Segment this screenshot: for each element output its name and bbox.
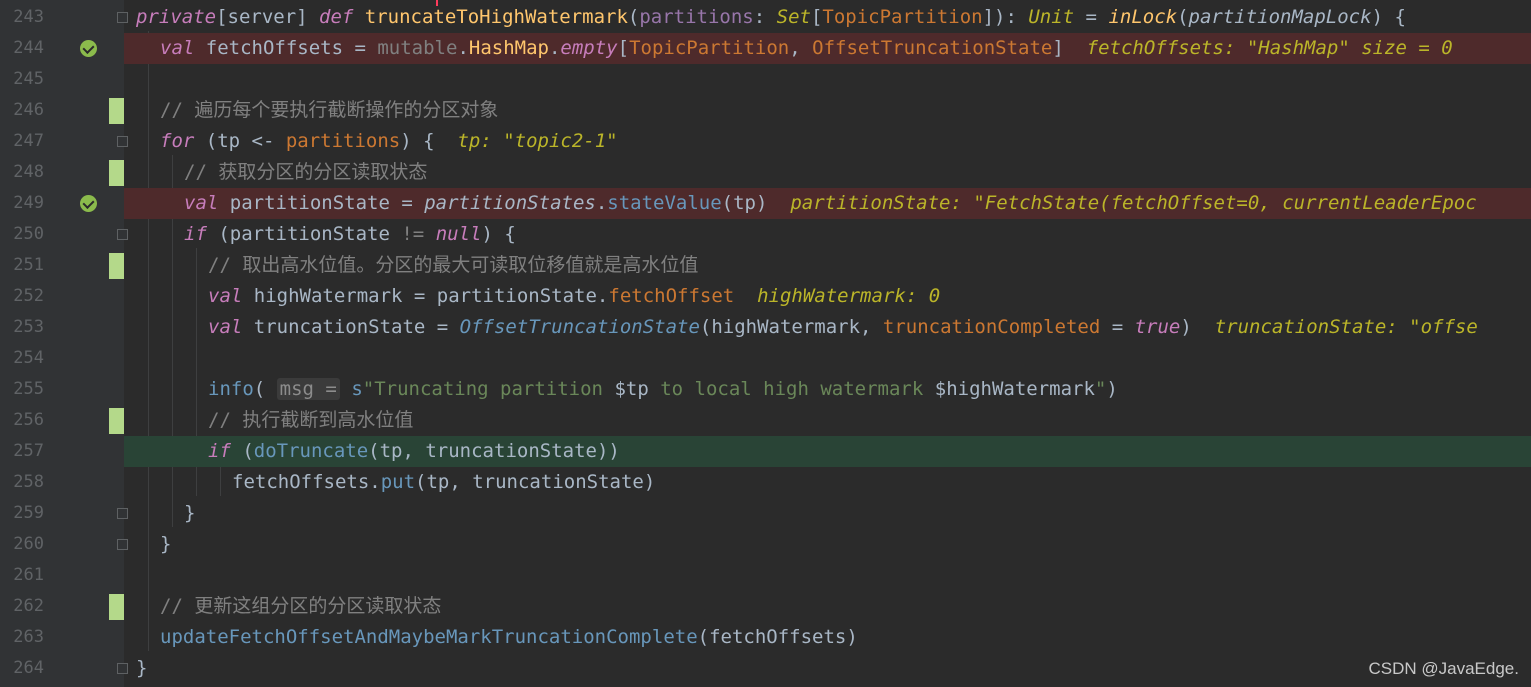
- code-line[interactable]: 245: [0, 64, 1531, 95]
- code-text: val truncationState = OffsetTruncationSt…: [208, 316, 1478, 338]
- code-line[interactable]: 250 if (partitionState != null) {: [0, 219, 1531, 250]
- code-text: }: [136, 657, 148, 679]
- line-number: 262: [13, 596, 44, 616]
- line-number: 254: [13, 348, 44, 368]
- line-number: 261: [13, 565, 44, 585]
- code-text: if (doTruncate(tp, truncationState)): [208, 440, 620, 462]
- code-text: private[server] def truncateToHighWaterm…: [136, 6, 1406, 28]
- code-text: updateFetchOffsetAndMaybeMarkTruncationC…: [160, 626, 858, 648]
- line-number: 245: [13, 69, 44, 89]
- line-number: 244: [13, 38, 44, 58]
- code-line[interactable]: 251 // 取出高水位值。分区的最大可读取位移值就是高水位值: [0, 250, 1531, 281]
- code-text: val fetchOffsets = mutable.HashMap.empty…: [160, 37, 1453, 59]
- debug-inline-value: truncationState: "offse: [1214, 316, 1478, 338]
- fold-end-marker-icon[interactable]: [117, 508, 128, 519]
- line-number: 256: [13, 410, 44, 430]
- fold-marker-icon[interactable]: [117, 229, 128, 240]
- line-number: 243: [13, 7, 44, 27]
- execution-line[interactable]: 257 if (doTruncate(tp, truncationState)): [0, 436, 1531, 467]
- code-editor[interactable]: 243 private[server] def truncateToHighWa…: [0, 0, 1531, 687]
- code-text: val highWatermark = partitionState.fetch…: [208, 285, 941, 307]
- comment-text: // 更新这组分区的分区读取状态: [160, 595, 442, 617]
- code-text: val partitionState = partitionStates.sta…: [184, 192, 1477, 214]
- code-text: fetchOffsets.put(tp, truncationState): [232, 471, 656, 493]
- code-line[interactable]: 255 info( msg = s"Truncating partition $…: [0, 374, 1531, 405]
- comment-text: // 获取分区的分区读取状态: [184, 161, 428, 183]
- code-line[interactable]: 256 // 执行截断到高水位值: [0, 405, 1531, 436]
- line-number: 252: [13, 286, 44, 306]
- line-number: 251: [13, 255, 44, 275]
- comment-text: // 执行截断到高水位值: [208, 409, 414, 431]
- line-number: 258: [13, 472, 44, 492]
- code-text: if (partitionState != null) {: [184, 223, 516, 245]
- line-number: 257: [13, 441, 44, 461]
- code-line[interactable]: 248 // 获取分区的分区读取状态: [0, 157, 1531, 188]
- line-number: 249: [13, 193, 44, 213]
- line-number: 260: [13, 534, 44, 554]
- line-number: 253: [13, 317, 44, 337]
- code-text: }: [160, 533, 172, 555]
- vcs-change-marker[interactable]: [109, 160, 124, 186]
- breakpoint-line[interactable]: 244 val fetchOffsets = mutable.HashMap.e…: [0, 33, 1531, 64]
- line-number: 255: [13, 379, 44, 399]
- comment-text: // 取出高水位值。分区的最大可读取位移值就是高水位值: [208, 254, 699, 276]
- debug-inline-value: fetchOffsets: "HashMap" size = 0: [1086, 37, 1453, 59]
- code-line[interactable]: 260 }: [0, 529, 1531, 560]
- vcs-change-marker[interactable]: [109, 408, 124, 434]
- comment-text: // 遍历每个要执行截断操作的分区对象: [160, 99, 499, 121]
- line-number: 246: [13, 100, 44, 120]
- vcs-change-marker[interactable]: [109, 594, 124, 620]
- fold-end-marker-icon[interactable]: [117, 539, 128, 550]
- breakpoint-line[interactable]: 249 val partitionState = partitionStates…: [0, 188, 1531, 219]
- debug-inline-value: partitionState: "FetchState(fetchOffset=…: [790, 192, 1477, 214]
- code-line[interactable]: 246 // 遍历每个要执行截断操作的分区对象: [0, 95, 1531, 126]
- code-text: }: [184, 502, 196, 524]
- fold-marker-icon[interactable]: [117, 12, 128, 23]
- code-line[interactable]: 253 val truncationState = OffsetTruncati…: [0, 312, 1531, 343]
- line-number: 263: [13, 627, 44, 647]
- code-line[interactable]: 254: [0, 343, 1531, 374]
- code-line[interactable]: 261: [0, 560, 1531, 591]
- debug-inline-value: tp: "topic2-1": [457, 130, 618, 152]
- line-number: 259: [13, 503, 44, 523]
- fold-marker-icon[interactable]: [117, 136, 128, 147]
- vcs-change-marker[interactable]: [109, 253, 124, 279]
- code-line[interactable]: 259 }: [0, 498, 1531, 529]
- line-number: 247: [13, 131, 44, 151]
- vcs-change-marker[interactable]: [109, 98, 124, 124]
- code-line[interactable]: 252 val highWatermark = partitionState.f…: [0, 281, 1531, 312]
- line-number: 248: [13, 162, 44, 182]
- code-line[interactable]: 243 private[server] def truncateToHighWa…: [0, 2, 1531, 33]
- code-line[interactable]: 262 // 更新这组分区的分区读取状态: [0, 591, 1531, 622]
- debug-inline-value: highWatermark: 0: [757, 285, 941, 307]
- line-number: 250: [13, 224, 44, 244]
- code-line[interactable]: 264 }: [0, 653, 1531, 684]
- code-text: info( msg = s"Truncating partition $tp t…: [208, 378, 1118, 400]
- line-number: 264: [13, 658, 44, 678]
- code-text: for (tp <- partitions) { tp: "topic2-1": [160, 130, 618, 152]
- breakpoint-check-icon[interactable]: [80, 40, 97, 57]
- breakpoint-check-icon[interactable]: [80, 195, 97, 212]
- code-line[interactable]: 247 for (tp <- partitions) { tp: "topic2…: [0, 126, 1531, 157]
- code-line[interactable]: 258 fetchOffsets.put(tp, truncationState…: [0, 467, 1531, 498]
- watermark-text: CSDN @JavaEdge.: [1368, 659, 1520, 678]
- code-line[interactable]: 263 updateFetchOffsetAndMaybeMarkTruncat…: [0, 622, 1531, 653]
- parameter-hint: msg =: [276, 378, 340, 400]
- fold-end-marker-icon[interactable]: [117, 663, 128, 674]
